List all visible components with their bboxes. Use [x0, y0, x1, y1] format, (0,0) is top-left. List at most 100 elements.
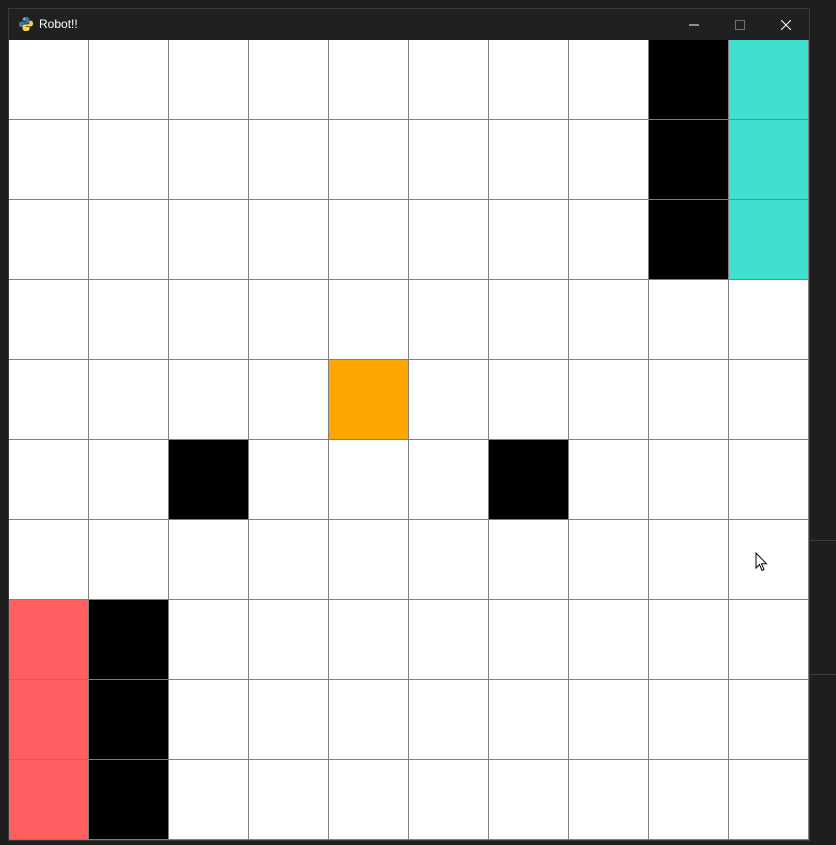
grid-cell-empty[interactable]: [409, 440, 489, 520]
grid-cell-empty[interactable]: [409, 680, 489, 760]
grid-cell-empty[interactable]: [569, 280, 649, 360]
grid-cell-empty[interactable]: [569, 680, 649, 760]
grid-cell-empty[interactable]: [489, 600, 569, 680]
grid-cell-empty[interactable]: [9, 40, 89, 120]
grid-cell-empty[interactable]: [409, 120, 489, 200]
grid-cell-empty[interactable]: [169, 520, 249, 600]
grid-cell-empty[interactable]: [729, 600, 809, 680]
grid-cell-empty[interactable]: [169, 200, 249, 280]
minimize-button[interactable]: [671, 9, 717, 40]
grid-cell-empty[interactable]: [329, 600, 409, 680]
grid-cell-wall[interactable]: [89, 760, 169, 840]
grid-cell-empty[interactable]: [249, 520, 329, 600]
grid-cell-empty[interactable]: [489, 520, 569, 600]
grid-cell-empty[interactable]: [649, 760, 729, 840]
grid-cell-empty[interactable]: [649, 600, 729, 680]
grid-cell-empty[interactable]: [569, 520, 649, 600]
grid-cell-empty[interactable]: [409, 200, 489, 280]
grid-cell-empty[interactable]: [89, 200, 169, 280]
grid-cell-empty[interactable]: [169, 120, 249, 200]
grid-cell-empty[interactable]: [569, 440, 649, 520]
grid-cell-empty[interactable]: [329, 120, 409, 200]
title-bar[interactable]: Robot!!: [9, 9, 809, 40]
grid-cell-empty[interactable]: [169, 280, 249, 360]
grid-cell-goal[interactable]: [729, 200, 809, 280]
grid-cell-empty[interactable]: [249, 40, 329, 120]
grid-cell-wall[interactable]: [89, 680, 169, 760]
grid-cell-empty[interactable]: [569, 40, 649, 120]
grid-cell-start[interactable]: [9, 680, 89, 760]
grid-cell-empty[interactable]: [329, 280, 409, 360]
grid-cell-empty[interactable]: [569, 120, 649, 200]
grid-cell-empty[interactable]: [649, 280, 729, 360]
grid-cell-empty[interactable]: [649, 360, 729, 440]
grid-cell-empty[interactable]: [649, 680, 729, 760]
grid-cell-empty[interactable]: [729, 360, 809, 440]
grid-cell-empty[interactable]: [489, 200, 569, 280]
grid-cell-wall[interactable]: [649, 120, 729, 200]
grid-cell-empty[interactable]: [409, 600, 489, 680]
close-button[interactable]: [763, 9, 809, 40]
grid-cell-empty[interactable]: [9, 520, 89, 600]
grid-cell-empty[interactable]: [249, 120, 329, 200]
grid-cell-empty[interactable]: [569, 600, 649, 680]
grid-cell-empty[interactable]: [569, 360, 649, 440]
grid-cell-goal[interactable]: [729, 120, 809, 200]
grid-cell-wall[interactable]: [649, 200, 729, 280]
grid-cell-empty[interactable]: [329, 520, 409, 600]
grid-cell-empty[interactable]: [89, 360, 169, 440]
grid-cell-empty[interactable]: [249, 440, 329, 520]
grid-cell-empty[interactable]: [489, 120, 569, 200]
grid-cell-empty[interactable]: [9, 360, 89, 440]
grid-cell-empty[interactable]: [169, 40, 249, 120]
grid-cell-empty[interactable]: [169, 760, 249, 840]
grid-cell-empty[interactable]: [89, 520, 169, 600]
grid-cell-empty[interactable]: [409, 360, 489, 440]
maximize-button[interactable]: [717, 9, 763, 40]
grid-cell-empty[interactable]: [729, 760, 809, 840]
grid-cell-start[interactable]: [9, 600, 89, 680]
game-grid[interactable]: [9, 40, 809, 840]
grid-cell-robot[interactable]: [329, 360, 409, 440]
grid-cell-empty[interactable]: [729, 680, 809, 760]
grid-cell-empty[interactable]: [9, 440, 89, 520]
grid-cell-empty[interactable]: [729, 440, 809, 520]
grid-cell-empty[interactable]: [489, 40, 569, 120]
grid-cell-wall[interactable]: [89, 600, 169, 680]
grid-cell-empty[interactable]: [329, 200, 409, 280]
grid-cell-empty[interactable]: [489, 280, 569, 360]
grid-cell-empty[interactable]: [729, 280, 809, 360]
grid-cell-empty[interactable]: [569, 760, 649, 840]
grid-cell-empty[interactable]: [89, 120, 169, 200]
grid-cell-empty[interactable]: [649, 520, 729, 600]
grid-cell-empty[interactable]: [169, 600, 249, 680]
grid-cell-empty[interactable]: [489, 760, 569, 840]
grid-cell-empty[interactable]: [489, 680, 569, 760]
grid-cell-empty[interactable]: [329, 680, 409, 760]
grid-cell-empty[interactable]: [249, 600, 329, 680]
grid-cell-empty[interactable]: [89, 40, 169, 120]
grid-cell-empty[interactable]: [489, 360, 569, 440]
grid-cell-empty[interactable]: [329, 40, 409, 120]
grid-cell-empty[interactable]: [729, 520, 809, 600]
grid-cell-empty[interactable]: [409, 280, 489, 360]
grid-cell-empty[interactable]: [329, 760, 409, 840]
grid-cell-start[interactable]: [9, 760, 89, 840]
grid-cell-empty[interactable]: [89, 440, 169, 520]
grid-cell-wall[interactable]: [649, 40, 729, 120]
grid-cell-wall[interactable]: [169, 440, 249, 520]
grid-cell-empty[interactable]: [569, 200, 649, 280]
grid-cell-wall[interactable]: [489, 440, 569, 520]
grid-cell-empty[interactable]: [9, 120, 89, 200]
grid-cell-empty[interactable]: [249, 760, 329, 840]
grid-cell-empty[interactable]: [9, 280, 89, 360]
grid-cell-empty[interactable]: [249, 200, 329, 280]
grid-cell-empty[interactable]: [329, 440, 409, 520]
grid-cell-empty[interactable]: [409, 520, 489, 600]
grid-cell-goal[interactable]: [729, 40, 809, 120]
grid-cell-empty[interactable]: [649, 440, 729, 520]
grid-cell-empty[interactable]: [249, 360, 329, 440]
grid-cell-empty[interactable]: [9, 200, 89, 280]
grid-cell-empty[interactable]: [249, 680, 329, 760]
grid-cell-empty[interactable]: [169, 360, 249, 440]
